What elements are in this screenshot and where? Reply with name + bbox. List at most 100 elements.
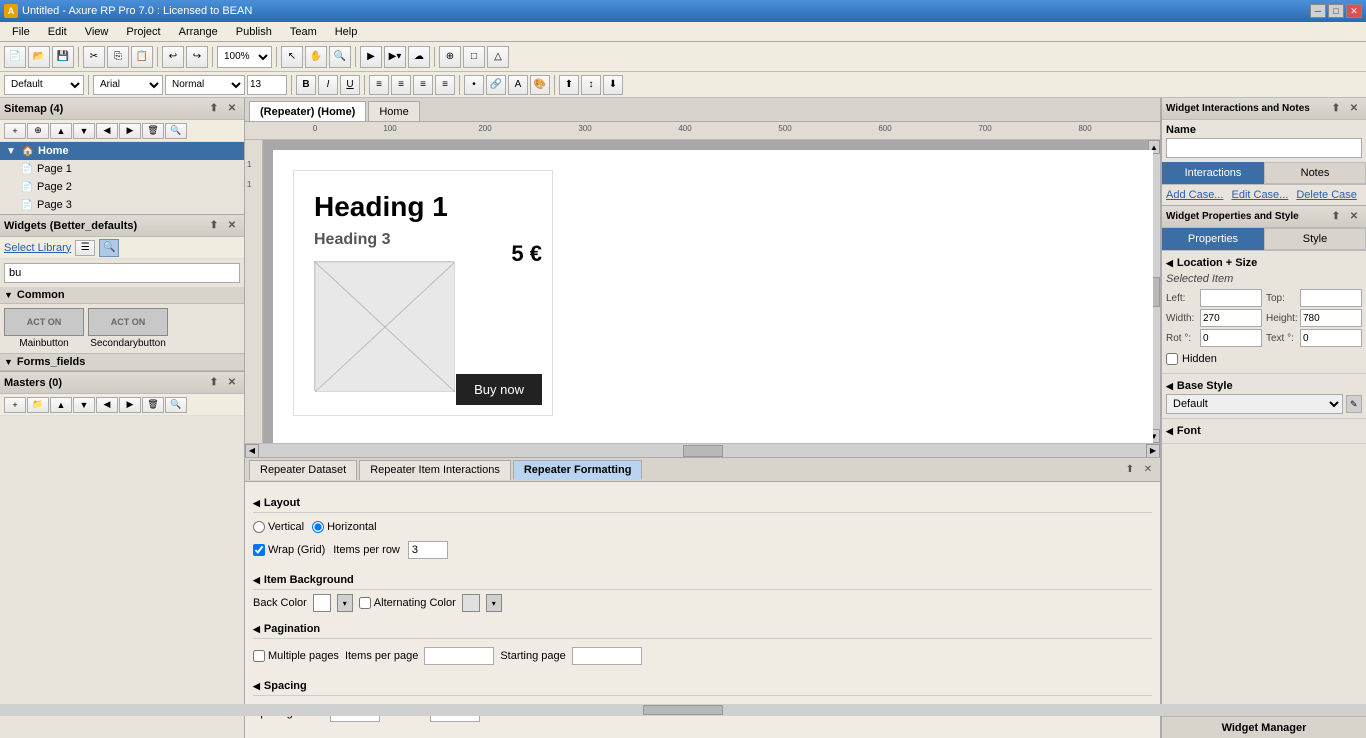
cut-button[interactable]: ✂	[83, 46, 105, 68]
sitemap-detach-icon[interactable]: ⬆	[206, 101, 222, 117]
minimize-button[interactable]: ─	[1310, 4, 1326, 18]
sitemap-move-down-button[interactable]: ▼	[73, 123, 95, 139]
vertical-radio[interactable]	[253, 521, 265, 533]
menu-view[interactable]: View	[77, 24, 117, 40]
widget-interactions-close-icon[interactable]: ✕	[1346, 101, 1362, 117]
save-button[interactable]: 💾	[52, 46, 74, 68]
sitemap-page3-item[interactable]: 📄 Page 3	[16, 196, 244, 214]
paste-button[interactable]: 📋	[131, 46, 153, 68]
items-per-page-input[interactable]	[424, 647, 494, 665]
masters-close-icon[interactable]: ✕	[224, 375, 240, 391]
sitemap-move-up-button[interactable]: ▲	[50, 123, 72, 139]
alt-color-swatch[interactable]	[462, 594, 480, 612]
alt-color-dropdown[interactable]: ▾	[486, 594, 502, 612]
underline-button[interactable]: U	[340, 75, 360, 95]
align-right-button[interactable]: ≡	[413, 75, 433, 95]
italic-button[interactable]: I	[318, 75, 338, 95]
name-input[interactable]	[1166, 138, 1362, 158]
scrollbar-left-button[interactable]: ◀	[245, 444, 259, 458]
widgets-search-button[interactable]: 🔍	[99, 239, 119, 257]
menu-edit[interactable]: Edit	[40, 24, 75, 40]
share-button[interactable]: ☁	[408, 46, 430, 68]
font-color-button[interactable]: A	[508, 75, 528, 95]
widgets-search-input[interactable]	[4, 263, 240, 283]
align-justify-button[interactable]: ≡	[435, 75, 455, 95]
menu-publish[interactable]: Publish	[228, 24, 280, 40]
bullet-button[interactable]: •	[464, 75, 484, 95]
style-tab[interactable]: Style	[1264, 228, 1366, 250]
copy-button[interactable]: ⎘	[107, 46, 129, 68]
items-per-row-input[interactable]: 3	[408, 541, 448, 559]
repeater-close-icon[interactable]: ✕	[1140, 462, 1156, 478]
scrollbar-right-button[interactable]: ▶	[1146, 444, 1160, 458]
notes-tab[interactable]: Notes	[1264, 162, 1366, 184]
add-case-link[interactable]: Add Case...	[1166, 189, 1223, 201]
masters-add-folder-button[interactable]: 📁	[27, 397, 49, 413]
scrollbar-thumb-h[interactable]	[683, 445, 723, 457]
widget-manager-button[interactable]: Widget Manager	[1162, 716, 1366, 738]
multiple-pages-checkbox[interactable]	[253, 650, 265, 662]
style-edit-button[interactable]: ✎	[1346, 395, 1362, 413]
rot-input[interactable]	[1200, 329, 1262, 347]
repeater-item-interactions-tab[interactable]: Repeater Item Interactions	[359, 460, 511, 480]
base-style-select[interactable]: Default	[1166, 394, 1343, 414]
redo-button[interactable]: ↪	[186, 46, 208, 68]
align-bottom-button[interactable]: ⬇	[603, 75, 623, 95]
zoom-select[interactable]: 100%	[217, 46, 272, 68]
preview-button[interactable]: ▶	[360, 46, 382, 68]
text-style-select[interactable]: Normal	[165, 75, 245, 95]
back-color-swatch[interactable]	[313, 594, 331, 612]
masters-detach-icon[interactable]: ⬆	[206, 375, 222, 391]
titlebar-controls[interactable]: ─ □ ✕	[1310, 4, 1362, 18]
fill-color-button[interactable]: 🎨	[530, 75, 550, 95]
mainbutton-preview[interactable]: ACT ON	[4, 308, 84, 336]
home-tab[interactable]: Home	[368, 101, 419, 121]
preview-options-button[interactable]: ▶▾	[384, 46, 406, 68]
buy-now-button[interactable]: Buy now	[456, 374, 542, 405]
sitemap-search-button[interactable]: 🔍	[165, 123, 187, 139]
back-color-dropdown[interactable]: ▾	[337, 594, 353, 612]
text-rot-input[interactable]	[1300, 329, 1362, 347]
rectangle-button[interactable]: □	[463, 46, 485, 68]
masters-search-button[interactable]: 🔍	[165, 397, 187, 413]
secondarybutton-preview[interactable]: ACT ON	[88, 308, 168, 336]
masters-delete-button[interactable]: 🗑	[142, 397, 164, 413]
pointer-button[interactable]: ↖	[281, 46, 303, 68]
sitemap-home-item[interactable]: ▼ 🏠 Home	[0, 142, 244, 160]
widget-properties-close-icon[interactable]: ✕	[1346, 209, 1362, 225]
new-button[interactable]: 📄	[4, 46, 26, 68]
hidden-checkbox[interactable]	[1166, 353, 1178, 365]
canvas[interactable]: ▲ ▼ Heading 1 Heading 3	[263, 140, 1160, 443]
font-select[interactable]: Arial	[93, 75, 163, 95]
menu-team[interactable]: Team	[282, 24, 325, 40]
font-size-input[interactable]	[247, 75, 287, 95]
widget-properties-detach-icon[interactable]: ⬆	[1328, 209, 1344, 225]
interactions-tab[interactable]: Interactions	[1162, 162, 1264, 184]
starting-page-input[interactable]	[572, 647, 642, 665]
connector-button[interactable]: ⊕	[439, 46, 461, 68]
hand-button[interactable]: ✋	[305, 46, 327, 68]
top-input[interactable]	[1300, 289, 1362, 307]
menu-project[interactable]: Project	[118, 24, 168, 40]
sitemap-delete-button[interactable]: 🗑	[142, 123, 164, 139]
align-top-button[interactable]: ⬆	[559, 75, 579, 95]
repeater-expand-icon[interactable]: ⬆	[1122, 462, 1138, 478]
widgets-detach-icon[interactable]: ⬆	[206, 218, 222, 234]
masters-add-button[interactable]: +	[4, 397, 26, 413]
sitemap-page2-item[interactable]: 📄 Page 2	[16, 178, 244, 196]
undo-button[interactable]: ↩	[162, 46, 184, 68]
align-center-button[interactable]: ≡	[391, 75, 411, 95]
sitemap-move-right-button[interactable]: ▶	[119, 123, 141, 139]
horizontal-radio[interactable]	[312, 521, 324, 533]
select-library-link[interactable]: Select Library	[4, 242, 71, 254]
sitemap-move-left-button[interactable]: ◀	[96, 123, 118, 139]
page-style-select[interactable]: Default	[4, 75, 84, 95]
sitemap-add-child-button[interactable]: ⊕	[27, 123, 49, 139]
close-button[interactable]: ✕	[1346, 4, 1362, 18]
sitemap-page1-item[interactable]: 📄 Page 1	[16, 160, 244, 178]
sitemap-add-page-button[interactable]: +	[4, 123, 26, 139]
widgets-close-icon[interactable]: ✕	[224, 218, 240, 234]
width-input[interactable]	[1200, 309, 1262, 327]
wrap-checkbox[interactable]	[253, 544, 265, 556]
menu-arrange[interactable]: Arrange	[171, 24, 226, 40]
